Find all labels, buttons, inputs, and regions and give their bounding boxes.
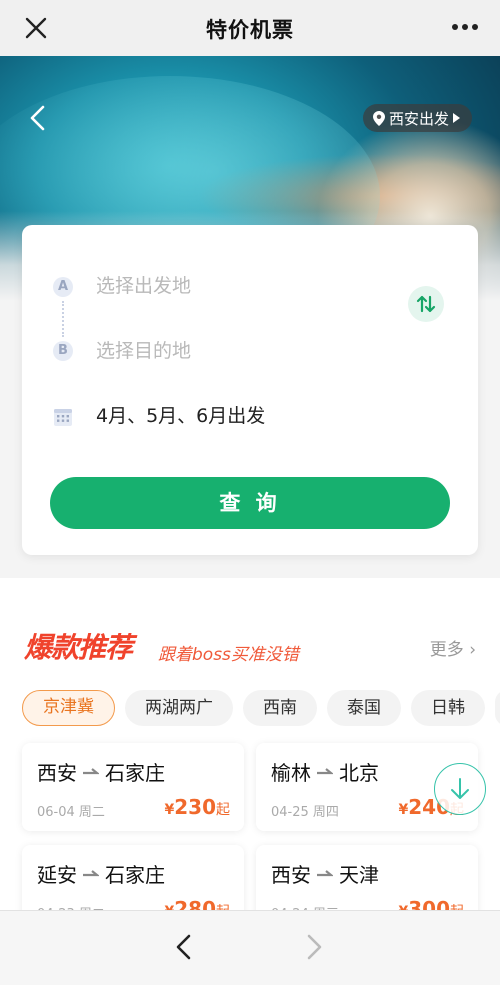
more-dots-icon[interactable]	[450, 17, 480, 37]
arrow-down-icon	[451, 778, 469, 799]
browser-back-icon[interactable]	[172, 933, 196, 961]
route-date: 06-04 周二	[37, 805, 105, 820]
destination-field[interactable]: 选择目的地	[96, 336, 191, 363]
route-origin: 榆林	[271, 761, 311, 785]
region-chip-row: 京津冀 两湖两广 西南 泰国 日韩	[22, 690, 500, 726]
route-arrow-icon	[317, 869, 333, 876]
route-arrow-icon	[83, 767, 99, 774]
route-origin: 西安	[271, 863, 311, 887]
chip-cutoff[interactable]	[495, 690, 500, 726]
route-origin: 延安	[37, 863, 77, 887]
hot-deals-title: 爆款推荐	[24, 631, 133, 664]
route-cities: 西安 天津	[271, 859, 379, 888]
travel-month-selector[interactable]: 4月、5月、6月出发	[96, 401, 265, 428]
chip-lianghu-lianguang[interactable]: 两湖两广	[125, 690, 233, 726]
chip-jingjinji[interactable]: 京津冀	[22, 690, 115, 726]
route-origin: 西安	[37, 761, 77, 785]
browser-forward-icon[interactable]	[302, 933, 326, 961]
chevron-left-icon[interactable]	[26, 104, 50, 132]
chip-xinan[interactable]: 西南	[243, 690, 317, 726]
route-date: 04-25 周四	[271, 805, 339, 820]
scroll-down-button[interactable]	[434, 763, 486, 815]
triangle-right-icon	[453, 113, 460, 123]
hot-deals-subtitle: 跟着boss买准没错	[158, 645, 299, 665]
route-destination: 北京	[339, 761, 379, 785]
page-title: 特价机票	[206, 18, 294, 42]
origin-marker: A	[53, 277, 73, 297]
location-pin-icon	[372, 110, 385, 126]
swap-arrows-icon	[416, 295, 436, 313]
calendar-icon	[54, 409, 72, 426]
route-price: ¥230起	[164, 795, 231, 819]
route-destination: 石家庄	[105, 863, 165, 887]
chip-thailand[interactable]: 泰国	[327, 690, 401, 726]
swap-button[interactable]	[408, 286, 444, 322]
route-cities: 西安 石家庄	[37, 757, 165, 786]
route-cities: 榆林 北京	[271, 757, 379, 786]
chip-japan-korea[interactable]: 日韩	[411, 690, 485, 726]
route-dotted-line	[62, 301, 64, 337]
departure-city-pill[interactable]: 西安出发	[362, 104, 472, 132]
browser-bottom-bar	[0, 910, 500, 985]
route-arrow-icon	[83, 869, 99, 876]
origin-field[interactable]: 选择出发地	[96, 271, 191, 298]
route-card[interactable]: 西安 石家庄 06-04 周二 ¥230起	[22, 743, 244, 831]
route-arrow-icon	[317, 767, 333, 774]
departure-city-label: 西安出发	[388, 109, 449, 128]
search-button[interactable]: 查 询	[50, 477, 450, 529]
top-navbar: 特价机票	[0, 0, 500, 56]
more-link[interactable]: 更多 ›	[430, 635, 476, 660]
flight-search-card: A B 选择出发地 选择目的地 4月、5月、6月出发 查 询	[22, 225, 478, 555]
route-cities: 延安 石家庄	[37, 859, 165, 888]
destination-marker: B	[53, 341, 73, 361]
route-destination: 天津	[339, 863, 379, 887]
route-destination: 石家庄	[105, 761, 165, 785]
